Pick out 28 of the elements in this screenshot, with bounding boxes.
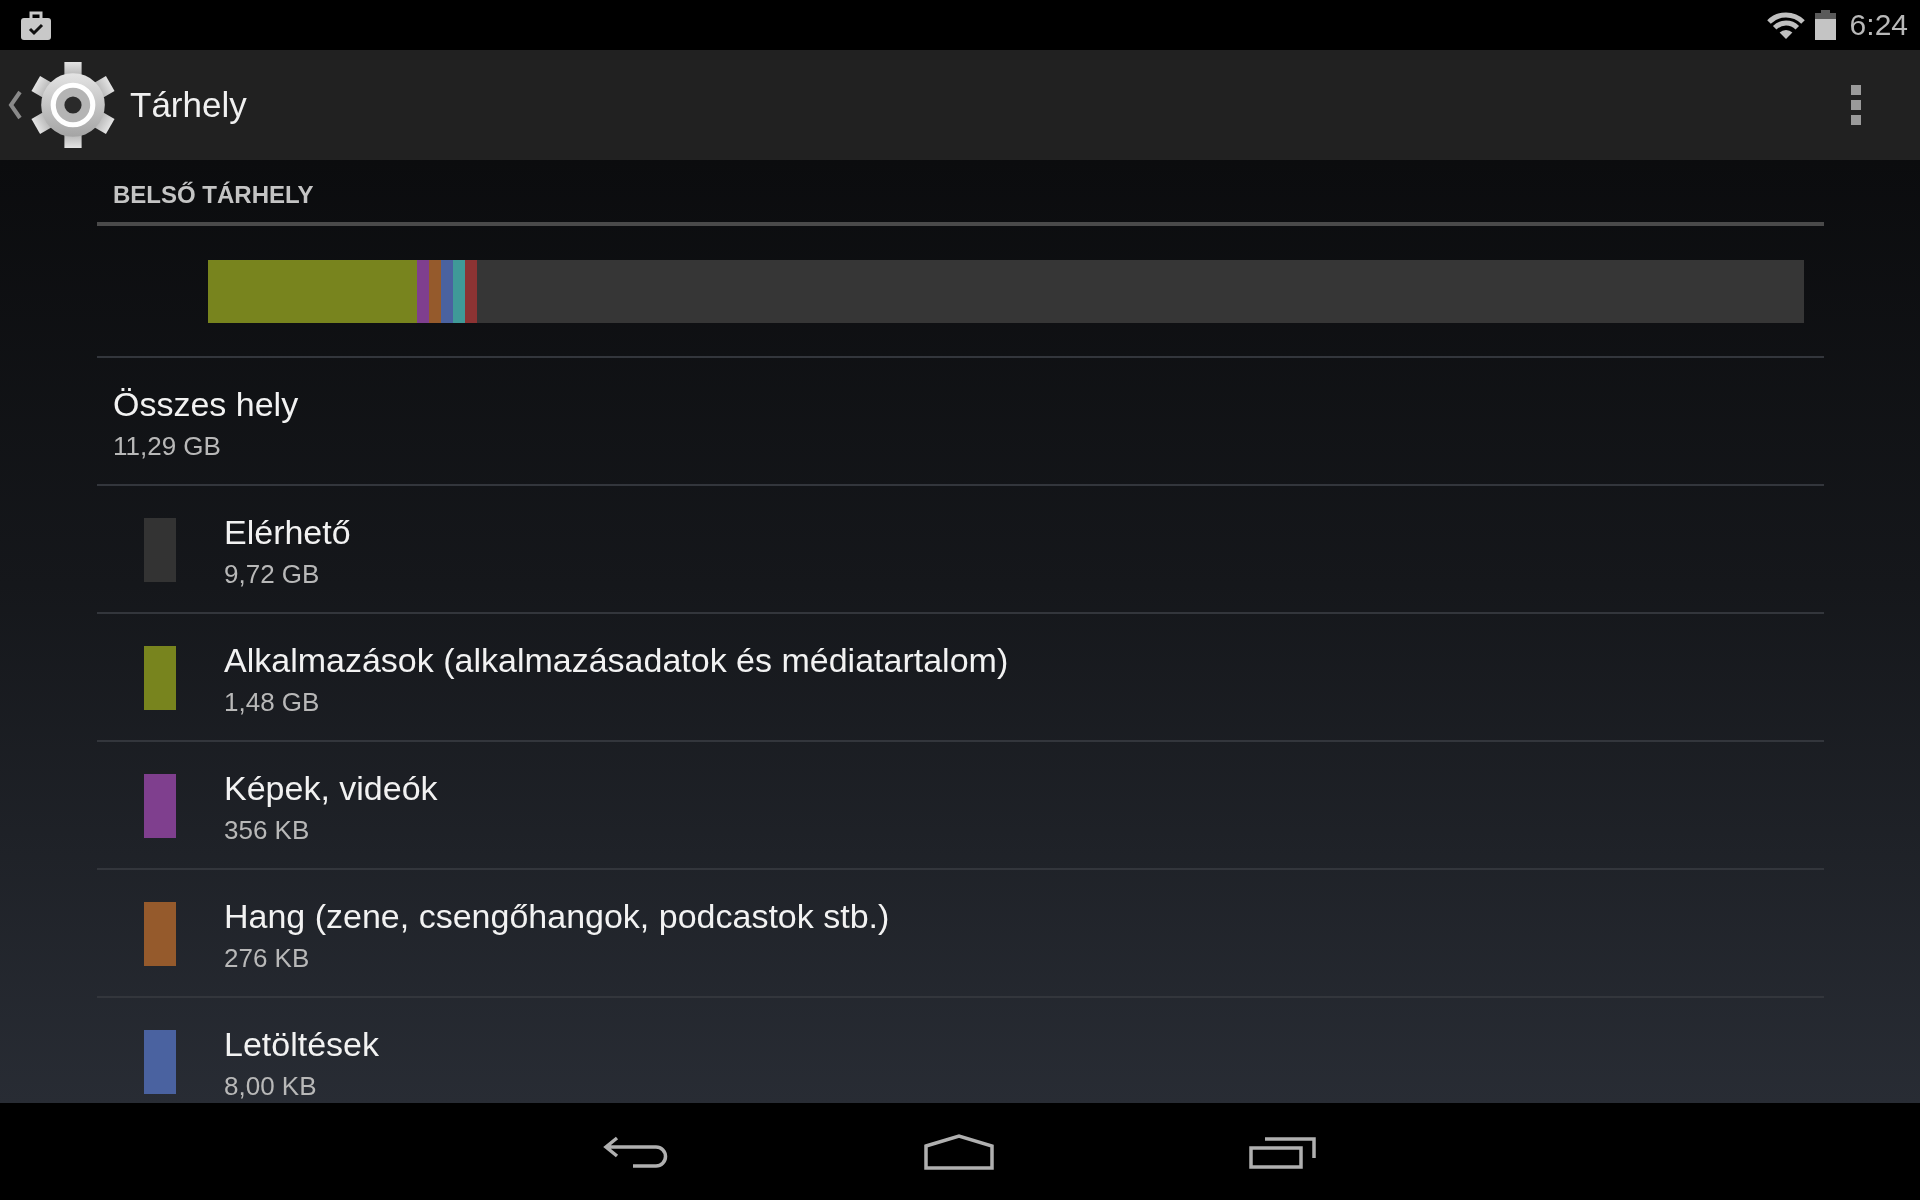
storage-category-item[interactable]: Alkalmazások (alkalmazásadatok és médiatartalom) 1,48 GB xyxy=(97,612,1824,740)
category-name: Alkalmazások (alkalmazásadatok és médiatartalom) xyxy=(224,640,1009,680)
storage-category-item[interactable]: Elérhető 9,72 GB xyxy=(97,484,1824,612)
back-caret-icon[interactable] xyxy=(8,90,22,120)
home-icon[interactable] xyxy=(924,1133,994,1170)
wifi-icon xyxy=(1766,11,1805,39)
screen-title: Tárhely xyxy=(130,84,247,126)
recents-icon[interactable] xyxy=(1249,1134,1317,1169)
total-space-value: 11,29 GB xyxy=(113,432,222,460)
category-name: Képek, videók xyxy=(224,768,438,808)
category-size: 8,00 KB xyxy=(224,1072,318,1100)
category-name: Hang (zene, csengőhangok, podcastok stb.) xyxy=(224,896,890,936)
back-icon[interactable] xyxy=(603,1135,669,1168)
category-size: 356 KB xyxy=(224,816,311,844)
storage-category-item[interactable]: Hang (zene, csengőhangok, podcastok stb.) 276 KB xyxy=(97,868,1824,996)
total-space-title: Összes hely xyxy=(113,384,299,424)
shopping-bag-check-icon xyxy=(21,10,51,40)
battery-icon xyxy=(1814,10,1836,40)
category-name: Elérhető xyxy=(224,512,351,552)
status-time: 6:24 xyxy=(1849,8,1908,42)
section-header: BELSŐ TÁRHELY xyxy=(97,160,1824,226)
storage-category-item[interactable]: Képek, videók 356 KB xyxy=(97,740,1824,868)
settings-gear-icon[interactable] xyxy=(30,62,116,148)
category-name: Letöltések xyxy=(224,1024,379,1064)
category-size: 1,48 GB xyxy=(224,688,321,716)
category-size: 276 KB xyxy=(224,944,311,972)
more-options-icon[interactable] xyxy=(1851,85,1861,125)
category-size: 9,72 GB xyxy=(224,560,321,588)
